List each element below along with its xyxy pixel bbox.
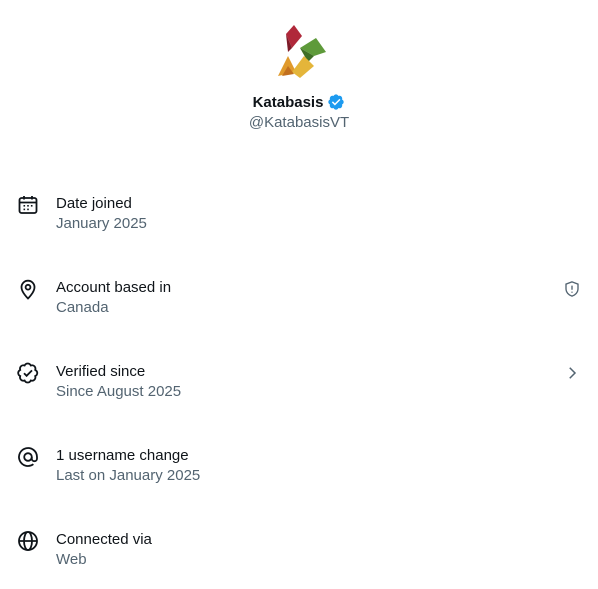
about-row-label: Account based in xyxy=(56,279,172,296)
about-row-label: Connected via xyxy=(56,531,152,548)
verified-badge-icon[interactable] xyxy=(327,93,345,111)
about-row-date-joined: Date joined January 2025 xyxy=(0,193,598,253)
avatar[interactable] xyxy=(274,22,330,80)
about-row-value: Web xyxy=(56,551,87,568)
about-row-value: Canada xyxy=(56,299,109,316)
chevron-right-icon[interactable] xyxy=(562,361,582,385)
at-sign-icon xyxy=(16,445,40,469)
calendar-icon xyxy=(16,193,40,217)
about-row-label: 1 username change xyxy=(56,447,189,464)
about-row-connected-via: Connected via Web xyxy=(0,529,598,589)
about-row-value: January 2025 xyxy=(56,215,147,232)
globe-icon xyxy=(16,529,40,553)
about-row-value: Since August 2025 xyxy=(56,383,182,400)
about-row-verified-since[interactable]: Verified since Since August 2025 xyxy=(0,361,598,421)
display-name: Katabasis xyxy=(252,93,324,111)
location-pin-icon xyxy=(16,277,40,301)
verified-badge-outline-icon xyxy=(16,361,40,385)
about-row-username-change: 1 username change Last on January 2025 xyxy=(0,445,598,505)
about-row-account-based-in: Account based in Canada xyxy=(0,277,598,337)
about-row-label: Date joined xyxy=(56,195,132,212)
about-row-label: Verified since xyxy=(56,363,146,380)
shield-alert-icon[interactable] xyxy=(562,277,582,301)
profile-header: Katabasis @KatabasisVT xyxy=(0,0,598,150)
profile-handle: @KatabasisVT xyxy=(248,114,350,131)
about-row-value: Last on January 2025 xyxy=(56,467,201,484)
